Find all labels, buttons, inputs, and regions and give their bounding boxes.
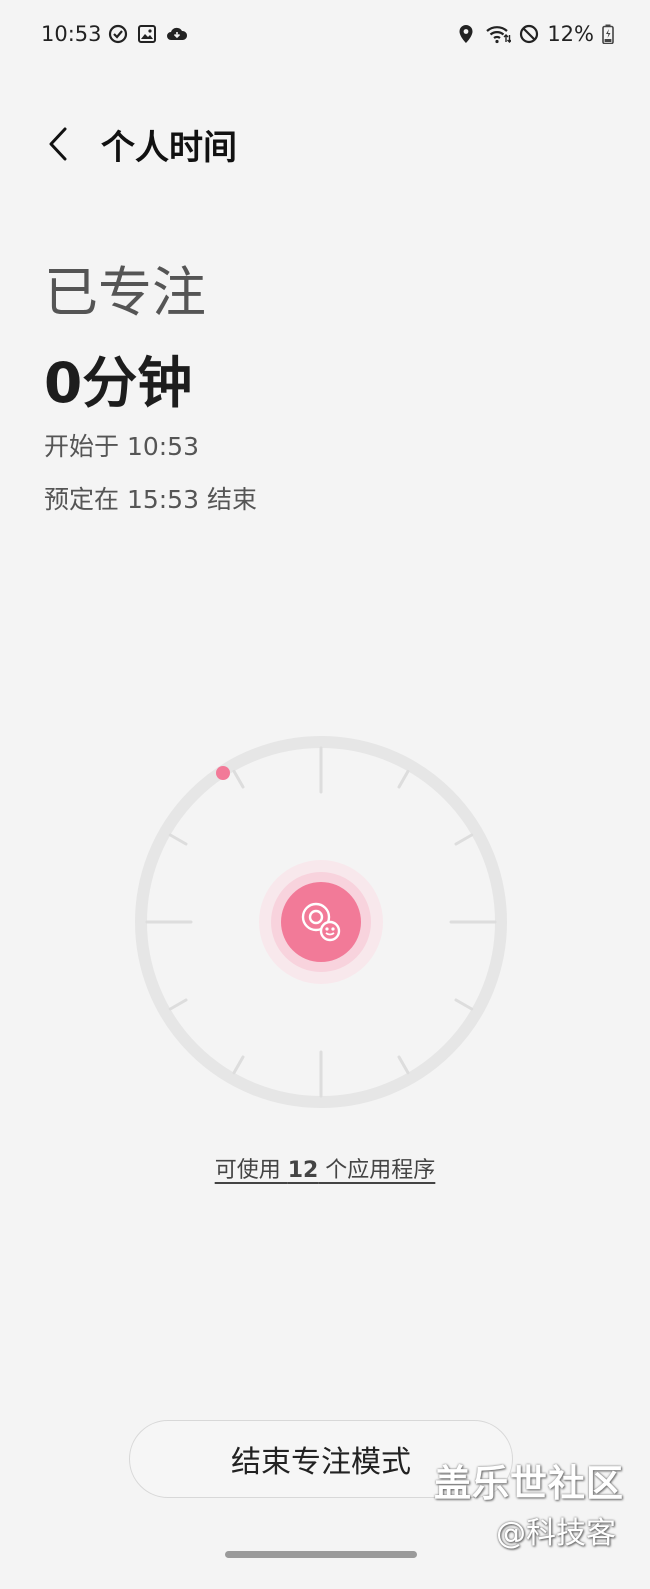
allowed-apps-text: 可使用 12 个应用程序 [215, 1158, 436, 1183]
apps-count: 12 [287, 1158, 319, 1183]
start-time: 开始于 10:53 [44, 432, 199, 461]
do-not-disturb-icon [519, 24, 539, 44]
focus-timer-dial [135, 736, 507, 1108]
focus-label: 已专注 [44, 261, 206, 324]
battery-percent: 12% [547, 22, 594, 46]
dial-progress-dot [216, 766, 230, 780]
apps-link-suffix: 个应用程序 [318, 1158, 436, 1183]
scheduled-end-time: 预定在 15:53 结束 [44, 485, 257, 514]
back-button[interactable] [36, 124, 80, 168]
image-icon [137, 24, 157, 44]
battery-icon [602, 24, 614, 45]
status-right: 12% [457, 22, 614, 46]
wifi-icon [485, 24, 513, 44]
watermark-author: @科技客 [496, 1516, 616, 1551]
cloud-icon [166, 24, 188, 44]
chevron-left-icon [46, 126, 70, 166]
status-left-icons [108, 24, 188, 44]
allowed-apps-link[interactable]: 可使用 12 个应用程序 [0, 1152, 650, 1184]
sync-icon [108, 24, 128, 44]
watermark-community: 盖乐世社区 [434, 1462, 624, 1505]
page-title: 个人时间 [101, 128, 237, 168]
location-icon [457, 24, 477, 44]
app-header: 个人时间 [0, 110, 650, 180]
focus-duration: 0分钟 [44, 351, 193, 415]
home-indicator[interactable] [225, 1551, 417, 1558]
apps-link-prefix: 可使用 [214, 1158, 288, 1183]
status-bar: 10:53 12% [0, 0, 650, 72]
status-time: 10:53 [41, 22, 102, 46]
